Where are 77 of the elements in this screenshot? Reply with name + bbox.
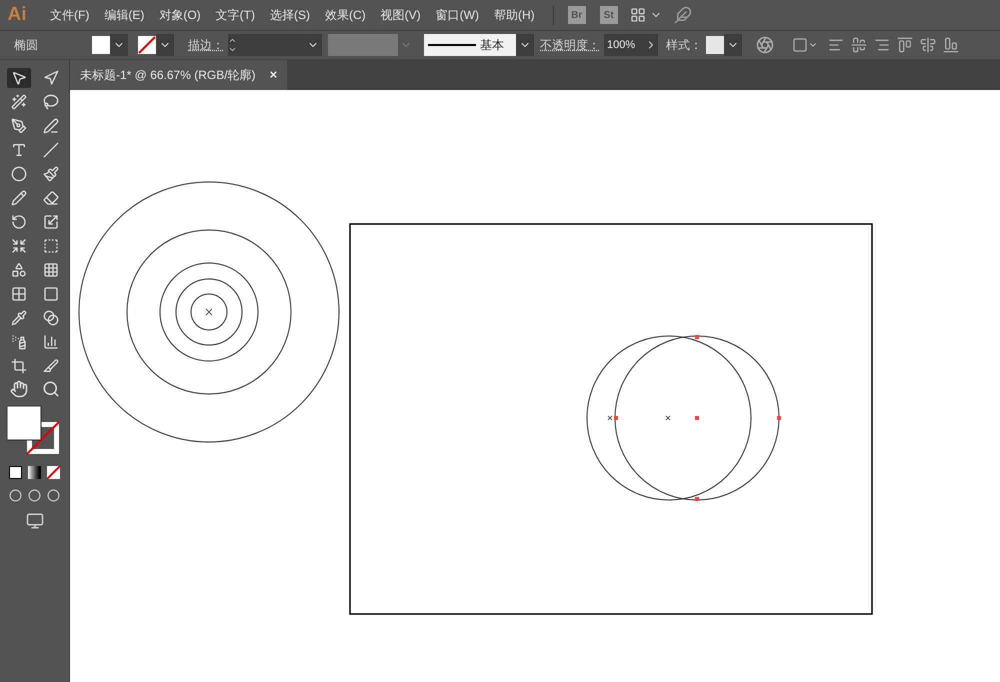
tool-icon	[42, 262, 58, 278]
dropdown-button[interactable]	[156, 34, 174, 56]
tool-icon	[10, 70, 26, 86]
zoom-tool-icon[interactable]	[42, 380, 60, 398]
transform-button[interactable]	[792, 37, 818, 53]
dropdown-button[interactable]	[516, 34, 534, 56]
none-mode-swatch[interactable]	[47, 466, 60, 479]
align-left-icon[interactable]	[828, 37, 844, 53]
close-tab-button[interactable]: ×	[270, 65, 278, 85]
selection-tool[interactable]	[6, 68, 30, 88]
hand-tool-icon[interactable]	[10, 380, 28, 398]
tool-icon	[42, 334, 58, 350]
tool-icon	[42, 214, 58, 230]
transform-icon	[792, 37, 808, 53]
stroke-label[interactable]: 描边：	[188, 36, 224, 54]
brush-definition-field[interactable]: 基本	[424, 34, 516, 56]
workspace-switcher[interactable]	[630, 7, 662, 23]
chevron-up-icon[interactable]	[228, 36, 237, 45]
tool-icon	[10, 238, 26, 254]
tool-icon	[10, 190, 26, 206]
color-mode-swatch[interactable]	[9, 466, 22, 479]
stroke-none-swatch[interactable]	[138, 36, 156, 54]
menu-item[interactable]: 文字(T)	[210, 6, 261, 24]
menu-item[interactable]: 文件(F)	[44, 6, 96, 24]
tool-icon	[10, 286, 26, 302]
tool-icon	[42, 310, 58, 326]
align-right-icon[interactable]	[874, 37, 890, 53]
tool-icon	[10, 166, 26, 182]
menu-item[interactable]: 帮助(H)	[488, 6, 541, 24]
variable-width-field	[328, 34, 398, 56]
tool-icon	[10, 334, 26, 350]
align-bottom-icon[interactable]	[943, 37, 959, 53]
tool-icon	[10, 310, 26, 326]
tool-icon	[42, 238, 58, 254]
tool-icon	[42, 70, 58, 86]
recolor-icon[interactable]	[756, 36, 774, 54]
screen-mode-icon[interactable]	[26, 512, 44, 530]
opacity-label[interactable]: 不透明度：	[540, 36, 600, 54]
tool-icon	[10, 262, 26, 278]
app-logo: Ai	[6, 2, 28, 27]
menu-item[interactable]: 视图(V)	[374, 6, 427, 24]
tool-icon	[42, 94, 58, 110]
tool-icon	[10, 214, 26, 230]
style-label: 样式：	[666, 37, 702, 54]
fill-swatch[interactable]	[92, 36, 110, 54]
grid-icon	[630, 7, 646, 23]
opacity-field[interactable]: 100%	[604, 34, 644, 56]
flyout-button[interactable]	[644, 34, 658, 56]
object-type-label: 椭圆	[14, 37, 39, 54]
stroke-weight-field[interactable]	[228, 34, 304, 56]
menu-item[interactable]: 窗口(W)	[430, 6, 485, 24]
document-tab[interactable]: 未标题-1* @ 66.67% (RGB/轮廓) ×	[70, 60, 288, 90]
align-center-icon[interactable]	[851, 37, 867, 53]
tool-icon	[10, 118, 26, 134]
tool-icon	[42, 118, 58, 134]
menu-item[interactable]: 选择(S)	[264, 6, 316, 24]
tool-icon	[42, 286, 58, 302]
tool-icon	[42, 142, 58, 158]
menu-item[interactable]: 效果(C)	[318, 6, 372, 24]
menu-item[interactable]: 编辑(E)	[98, 6, 150, 24]
dropdown-button[interactable]	[304, 34, 322, 56]
gradient-mode-swatch[interactable]	[28, 466, 41, 479]
tool-icon	[10, 142, 26, 158]
menu-item[interactable]: 对象(O)	[153, 6, 207, 24]
align-top-icon[interactable]	[897, 37, 913, 53]
graphic-style-swatch[interactable]	[706, 36, 724, 54]
feather-icon	[674, 6, 692, 24]
dropdown-button[interactable]	[110, 34, 128, 56]
tool-icon	[42, 358, 58, 374]
tool-icon	[10, 358, 26, 374]
align-middle-icon[interactable]	[920, 37, 936, 53]
tool-icon	[42, 166, 58, 182]
tool-icon	[42, 190, 58, 206]
chevron-down-icon[interactable]	[228, 45, 237, 54]
dropdown-button[interactable]	[724, 34, 742, 56]
overlapping-circles-drawing[interactable]	[586, 335, 781, 501]
tool-icon	[10, 94, 26, 110]
